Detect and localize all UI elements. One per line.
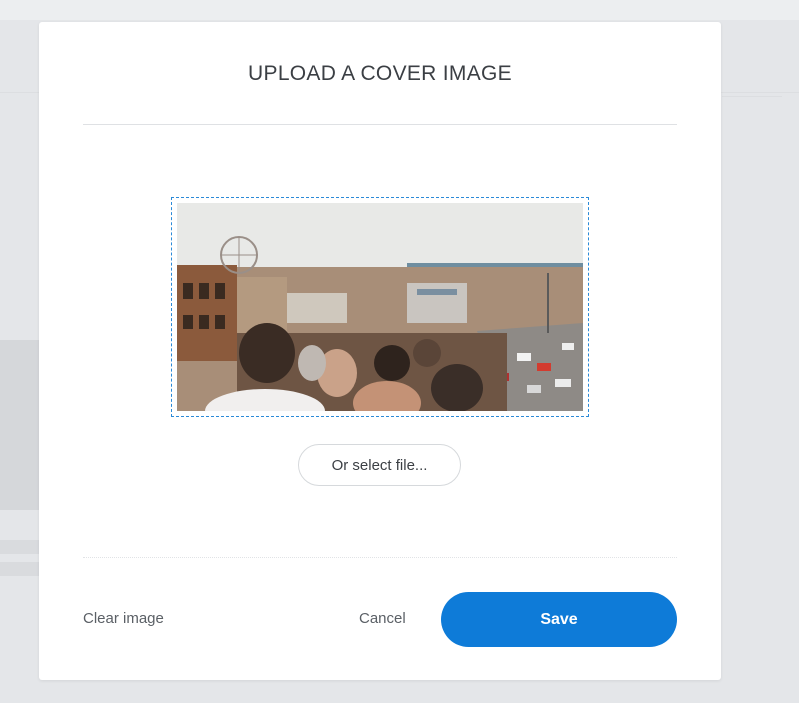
background-right-divider <box>722 96 782 97</box>
image-dropzone[interactable] <box>171 197 589 417</box>
upload-cover-image-dialog: UPLOAD A COVER IMAGE Or select file... C… <box>39 22 721 680</box>
select-file-button[interactable]: Or select file... <box>298 444 461 486</box>
save-button[interactable]: Save <box>441 592 677 647</box>
clear-image-link[interactable]: Clear image <box>83 610 164 627</box>
dialog-title: UPLOAD A COVER IMAGE <box>248 62 512 85</box>
background-card-image <box>0 340 39 510</box>
cancel-link[interactable]: Cancel <box>359 610 406 627</box>
title-divider <box>83 124 677 125</box>
footer-divider <box>83 557 677 558</box>
background-topbar <box>0 0 799 20</box>
background-card-text <box>0 540 39 580</box>
background-heading-fragment <box>4 150 38 192</box>
cover-image-preview <box>177 203 583 411</box>
